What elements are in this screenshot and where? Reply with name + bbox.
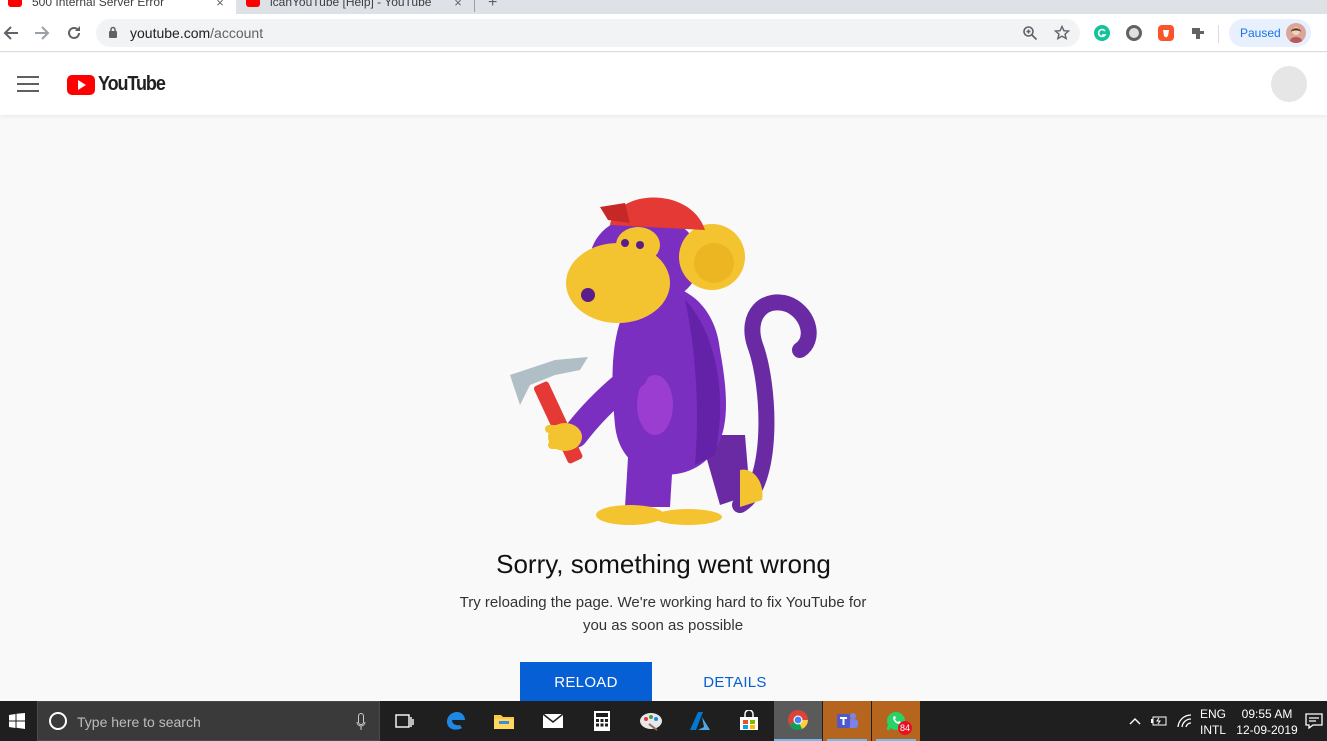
notifications-icon[interactable] xyxy=(1305,713,1323,729)
back-arrow-icon xyxy=(3,26,18,40)
lock-icon[interactable] xyxy=(108,26,118,39)
youtube-play-icon xyxy=(67,74,95,95)
tab-title: 500 Internal Server Error xyxy=(32,0,165,9)
youtube-logo-text: YouTube xyxy=(98,73,166,95)
file-explorer-icon[interactable] xyxy=(480,701,528,741)
url-text[interactable]: youtube.com/account xyxy=(130,25,263,41)
close-tab-icon[interactable]: × xyxy=(450,0,466,10)
address-bar[interactable]: youtube.com/account xyxy=(96,19,1080,47)
browser-toolbar: youtube.com/account Paused xyxy=(0,14,1327,52)
show-hidden-icons-chevron-icon[interactable] xyxy=(1126,701,1144,741)
start-button[interactable] xyxy=(0,701,34,741)
grammarly-icon[interactable] xyxy=(1094,25,1110,41)
windows-taskbar: Type here to search 84 ENG INTL 09:55 AM… xyxy=(0,701,1327,741)
back-button[interactable] xyxy=(0,22,22,44)
microphone-icon[interactable] xyxy=(356,713,366,731)
monkey-illustration xyxy=(510,197,817,525)
cortana-icon xyxy=(49,712,67,730)
grammarly-g-icon xyxy=(1097,28,1107,38)
error-message: Try reloading the page. We're working ha… xyxy=(459,594,867,634)
search-placeholder: Type here to search xyxy=(77,714,201,730)
mail-icon[interactable] xyxy=(529,701,577,741)
details-button[interactable]: DETAILS xyxy=(690,662,780,702)
youtube-favicon-icon xyxy=(246,0,260,7)
reload-page-button[interactable] xyxy=(63,22,85,44)
tab-title: icanYouTube [Help] - YouTube xyxy=(270,0,432,9)
toolbar-divider xyxy=(1218,25,1219,43)
youtube-header: YouTube xyxy=(0,53,1327,115)
new-tab-button[interactable]: + xyxy=(488,0,497,12)
calculator-icon[interactable] xyxy=(578,701,626,741)
windows-logo-icon xyxy=(9,713,25,729)
wifi-icon[interactable] xyxy=(1174,701,1196,741)
forward-button[interactable] xyxy=(31,22,53,44)
profile-avatar xyxy=(1286,23,1306,43)
chrome-icon[interactable] xyxy=(774,701,822,741)
error-title: Sorry, something went wrong xyxy=(496,549,831,579)
system-clock[interactable]: 09:55 AM 12-09-2019 xyxy=(1234,706,1300,738)
whatsapp-icon[interactable]: 84 xyxy=(872,701,920,741)
whatsapp-unread-badge: 84 xyxy=(898,721,913,735)
paint-icon[interactable] xyxy=(627,701,675,741)
language-code: ENG xyxy=(1200,707,1227,721)
profile-photo-icon xyxy=(1289,27,1303,43)
forward-arrow-icon xyxy=(35,26,50,40)
profile-status-label: Paused xyxy=(1240,26,1281,40)
taskbar-search-box[interactable]: Type here to search xyxy=(37,701,380,741)
url-path: /account xyxy=(210,25,264,41)
youtube-logo[interactable]: YouTube xyxy=(67,73,172,96)
input-language-indicator[interactable]: ENG INTL xyxy=(1200,706,1226,738)
clock-date: 12-09-2019 xyxy=(1236,723,1298,737)
puzzle-extension-icon[interactable] xyxy=(1190,25,1206,41)
youtube-favicon-icon xyxy=(8,0,22,7)
tab-strip: 500 Internal Server Error × icanYouTube … xyxy=(0,0,1327,14)
keyboard-layout: INTL xyxy=(1200,723,1227,737)
close-tab-icon[interactable]: × xyxy=(212,0,228,10)
refresh-icon xyxy=(68,26,80,39)
edge-icon[interactable] xyxy=(431,701,479,741)
teams-icon[interactable] xyxy=(823,701,871,741)
zoom-icon xyxy=(1023,26,1038,41)
url-domain: youtube.com xyxy=(130,25,211,41)
task-view-icon[interactable] xyxy=(380,701,428,741)
profile-paused-button[interactable]: Paused xyxy=(1229,19,1311,47)
menu-icon[interactable] xyxy=(17,76,39,92)
tab-500-error[interactable]: 500 Internal Server Error × xyxy=(0,0,236,14)
zoom-button[interactable] xyxy=(1020,23,1040,43)
brave-extension-icon[interactable] xyxy=(1158,25,1174,41)
store-icon[interactable] xyxy=(725,701,773,741)
reload-button[interactable]: RELOAD xyxy=(520,662,652,702)
puzzle-icon xyxy=(1192,28,1204,39)
star-icon xyxy=(1054,25,1070,41)
tab-separator xyxy=(474,0,475,12)
brave-lion-icon xyxy=(1163,30,1169,38)
bookmark-star-button[interactable] xyxy=(1052,23,1072,43)
azure-icon[interactable] xyxy=(676,701,724,741)
account-avatar-placeholder[interactable] xyxy=(1271,66,1307,102)
circle-extension-icon[interactable] xyxy=(1126,25,1142,41)
tab-youtube-help[interactable]: icanYouTube [Help] - YouTube × xyxy=(238,0,474,14)
battery-icon[interactable] xyxy=(1148,701,1170,741)
clock-time: 09:55 AM xyxy=(1241,707,1293,721)
